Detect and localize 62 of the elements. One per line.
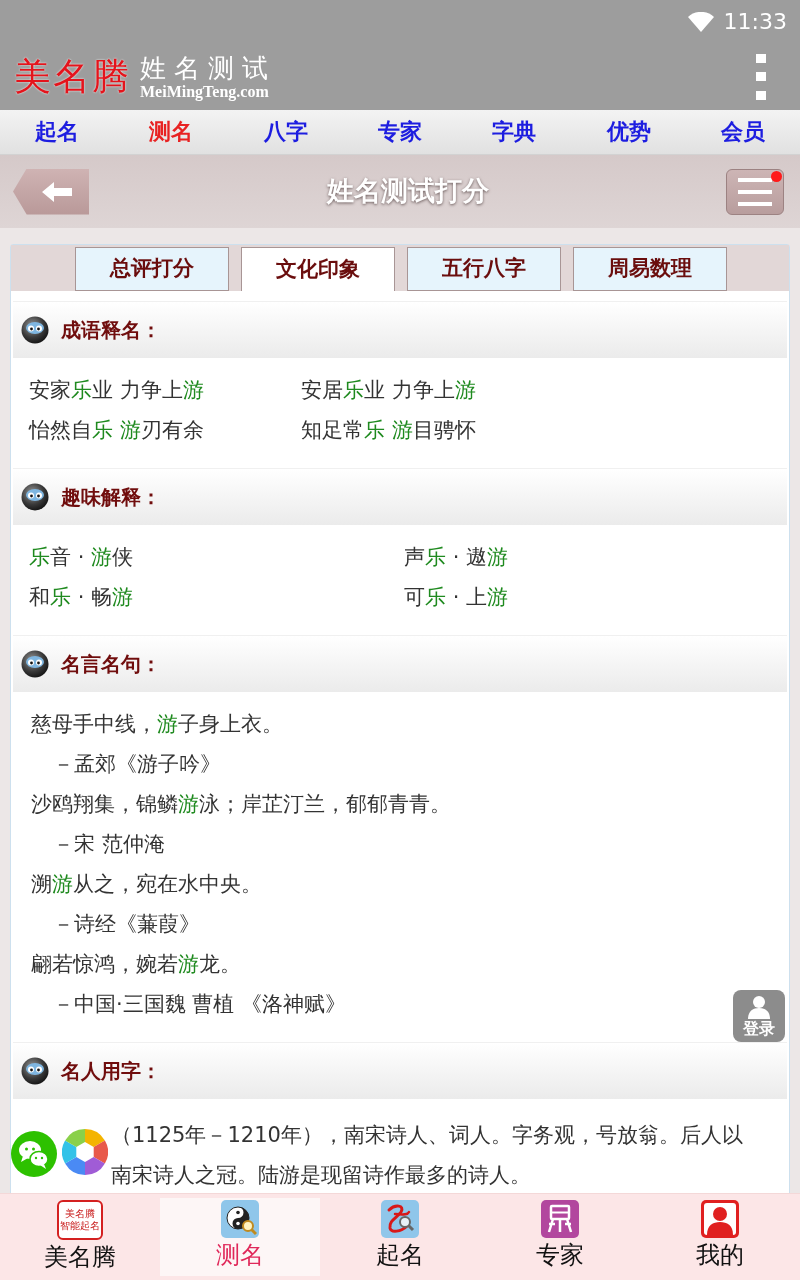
phrase-text: 可乐 · 上游 bbox=[404, 584, 509, 611]
yin-yang-search-icon bbox=[221, 1200, 259, 1238]
bottom-tab[interactable]: 起名 bbox=[320, 1198, 480, 1276]
paragraph-text: （1125年－1210年），南宋诗人、词人。字务观，号放翁。后人以 bbox=[111, 1122, 743, 1149]
bottom-tab[interactable]: 专家 bbox=[480, 1198, 640, 1276]
bottom-tab[interactable]: 测名 bbox=[160, 1198, 320, 1276]
tab[interactable]: 周易数理 bbox=[573, 247, 727, 291]
quote-text: 翩若惊鸿，婉若游龙。 bbox=[31, 951, 241, 978]
phrase-text: 乐音 · 游侠 bbox=[29, 544, 134, 571]
aperture-icon[interactable] bbox=[62, 1129, 108, 1175]
nav-tab[interactable]: 测名 bbox=[114, 110, 229, 154]
tab[interactable]: 五行八字 bbox=[407, 247, 561, 291]
user-icon bbox=[747, 995, 771, 1019]
phrase-text: 和乐 · 畅游 bbox=[29, 584, 134, 611]
paragraph-text: 南宋诗人之冠。陆游是现留诗作最多的诗人。 bbox=[111, 1162, 531, 1189]
chat-bubbles-icon[interactable] bbox=[11, 1131, 57, 1177]
tab[interactable]: 总评打分 bbox=[75, 247, 229, 291]
wifi-icon bbox=[687, 12, 714, 32]
menu-icon bbox=[738, 177, 772, 206]
domain-text: MeiMingTeng.com bbox=[140, 83, 270, 101]
arrow-left-icon bbox=[42, 181, 72, 202]
header-title: 姓名测试 bbox=[140, 55, 276, 83]
phrase-text: 声乐 · 遨游 bbox=[404, 544, 509, 571]
ball-icon bbox=[21, 650, 49, 678]
idiom-text: 怡然自乐 游刃有余 bbox=[29, 417, 204, 444]
tab[interactable]: 文化印象 bbox=[241, 247, 395, 291]
ball-icon bbox=[21, 316, 49, 344]
clock-text: 11:33 bbox=[723, 11, 787, 33]
logo-tile-text: 美名腾 bbox=[65, 1208, 95, 1220]
quote-text: 溯游从之，宛在水中央。 bbox=[31, 871, 262, 898]
ball-icon bbox=[21, 1057, 49, 1085]
quote-source: －中国·三国魏 曹植 《洛神赋》 bbox=[53, 991, 347, 1018]
quote-source: －孟郊《游子吟》 bbox=[53, 751, 221, 778]
quote-text: 慈母手中线，游子身上衣。 bbox=[31, 711, 283, 738]
user-icon bbox=[701, 1200, 739, 1238]
logo-text: 美名腾 bbox=[13, 54, 132, 100]
nav-tab[interactable]: 字典 bbox=[457, 110, 572, 154]
idiom-text: 安居乐业 力争上游 bbox=[301, 377, 476, 404]
nav-tab[interactable]: 会员 bbox=[685, 110, 800, 154]
idiom-text: 知足常乐 游目骋怀 bbox=[301, 417, 476, 444]
nav-tab[interactable]: 专家 bbox=[342, 110, 458, 154]
menu-button[interactable] bbox=[726, 168, 784, 215]
logo-tile-text: 智能起名 bbox=[60, 1220, 100, 1232]
section-title: 名人用字： bbox=[61, 1058, 161, 1085]
idiom-text: 安家乐业 力争上游 bbox=[29, 377, 204, 404]
cauldron-icon bbox=[541, 1200, 579, 1238]
nav-tab[interactable]: 起名 bbox=[0, 110, 115, 154]
ball-icon bbox=[21, 483, 49, 511]
brush-stroke-search-icon bbox=[381, 1200, 419, 1238]
quote-text: 沙鸥翔集，锦鳞游泳；岸芷汀兰，郁郁青青。 bbox=[31, 791, 451, 818]
section-title: 名言名句： bbox=[61, 651, 161, 678]
section-title: 趣味解释： bbox=[61, 484, 161, 511]
quote-source: －诗经《蒹葭》 bbox=[53, 911, 200, 938]
bottom-tab[interactable]: 美名腾 智能起名 美名腾 bbox=[0, 1198, 160, 1276]
more-icon bbox=[755, 54, 767, 100]
section-title: 成语释名： bbox=[61, 317, 161, 344]
quote-source: －宋 范仲淹 bbox=[53, 831, 165, 858]
bottom-tab[interactable]: 我的 bbox=[640, 1198, 800, 1276]
page-title: 姓名测试打分 bbox=[326, 174, 489, 209]
nav-tab[interactable]: 八字 bbox=[228, 110, 343, 154]
back-button[interactable] bbox=[13, 168, 89, 215]
nav-tab[interactable]: 优势 bbox=[571, 110, 686, 154]
